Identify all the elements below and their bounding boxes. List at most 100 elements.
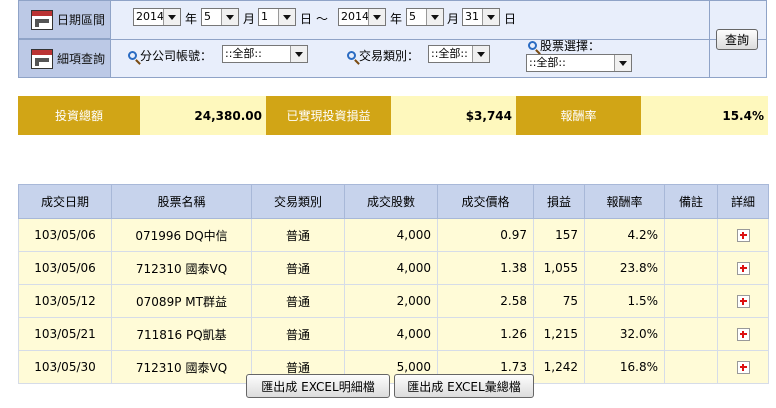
branch-account-select[interactable]: ::全部:: [222, 45, 308, 63]
cell-price: 0.97 [437, 218, 534, 252]
cell-note [664, 218, 718, 252]
cell-detail [717, 218, 769, 252]
realized-label: 已實現投資損益 [266, 96, 391, 135]
col-header-price: 成交價格 [437, 184, 534, 219]
cell-date: 103/05/06 [18, 251, 112, 285]
filter-divider [18, 39, 767, 40]
cell-return: 23.8% [584, 251, 665, 285]
cell-detail [717, 350, 769, 384]
query-button[interactable]: 查詢 [716, 29, 758, 50]
cell-stock: 711816 PQ凱基 [111, 317, 252, 351]
cell-stock: 07089P MT群益 [111, 284, 252, 318]
cell-pl: 1,242 [533, 350, 585, 384]
cell-shares: 4,000 [344, 251, 438, 285]
range-separator: ～ [316, 12, 329, 26]
cell-return: 4.2% [584, 218, 665, 252]
cell-pl: 1,055 [533, 251, 585, 285]
export-summary-excel-button[interactable]: 匯出成 EXCEL彙總檔 [394, 374, 534, 398]
month-unit: 月 [243, 12, 256, 26]
start-year-select[interactable]: 2014 [133, 8, 181, 26]
realized-value: $3,744 [391, 96, 516, 135]
trade-type-select[interactable]: ::全部:: [428, 45, 490, 63]
table-row: 103/05/21 711816 PQ凱基 普通 4,000 1.26 1,21… [18, 317, 769, 351]
col-header-type: 交易類別 [251, 184, 345, 219]
year-unit: 年 [390, 12, 403, 26]
day-unit: 日 [504, 12, 517, 26]
day-unit: 日 [300, 12, 313, 26]
search-icon [528, 41, 537, 50]
end-day-select[interactable]: 31 [462, 8, 500, 26]
chevron-down-icon [426, 9, 443, 25]
trade-type-label: 交易類別： [347, 47, 419, 64]
return-value: 15.4% [641, 96, 768, 135]
cell-stock: 071996 DQ中信 [111, 218, 252, 252]
total-invest-label: 投資總額 [18, 96, 140, 135]
cell-return: 16.8% [584, 350, 665, 384]
month-unit: 月 [447, 12, 460, 26]
stock-select[interactable]: ::全部:: [526, 54, 632, 72]
cell-pl: 157 [533, 218, 585, 252]
cell-price: 2.58 [437, 284, 534, 318]
chevron-down-icon [163, 9, 180, 25]
expand-plus-icon[interactable] [736, 262, 750, 275]
cell-date: 103/05/12 [18, 284, 112, 318]
cell-price: 1.38 [437, 251, 534, 285]
col-header-shares: 成交股數 [344, 184, 438, 219]
expand-plus-icon[interactable] [736, 229, 750, 242]
cell-type: 普通 [251, 317, 345, 351]
cell-type: 普通 [251, 251, 345, 285]
cell-note [664, 251, 718, 285]
table-row: 103/05/06 071996 DQ中信 普通 4,000 0.97 157 … [18, 218, 769, 252]
chevron-down-icon [472, 46, 489, 62]
table-row: 103/05/12 07089P MT群益 普通 2,000 2.58 75 1… [18, 284, 769, 318]
col-header-detail: 詳細 [717, 184, 769, 219]
cell-detail [717, 251, 769, 285]
cell-return: 1.5% [584, 284, 665, 318]
export-detail-excel-button[interactable]: 匯出成 EXCEL明細檔 [246, 374, 390, 398]
col-header-stock: 股票名稱 [111, 184, 252, 219]
cell-date: 103/05/30 [18, 350, 112, 384]
cell-type: 普通 [251, 218, 345, 252]
cell-type: 普通 [251, 284, 345, 318]
cell-return: 32.0% [584, 317, 665, 351]
cell-shares: 2,000 [344, 284, 438, 318]
search-icon [347, 51, 356, 60]
end-year-select[interactable]: 2014 [338, 8, 386, 26]
year-unit: 年 [185, 12, 198, 26]
cell-shares: 4,000 [344, 317, 438, 351]
col-header-note: 備註 [664, 184, 718, 219]
cell-price: 1.26 [437, 317, 534, 351]
cell-stock: 712310 國泰VQ [111, 350, 252, 384]
grid-icon [31, 48, 53, 69]
cell-note [664, 350, 718, 384]
col-header-date: 成交日期 [18, 184, 112, 219]
detail-query-label-cell: 細項查詢 [18, 39, 111, 78]
end-month-select[interactable]: 5 [406, 8, 444, 26]
chevron-down-icon [290, 46, 307, 62]
cell-note [664, 317, 718, 351]
expand-plus-icon[interactable] [736, 328, 750, 341]
col-header-pl: 損益 [533, 184, 585, 219]
return-label: 報酬率 [516, 96, 641, 135]
date-range-label: 日期區間 [57, 13, 106, 27]
col-header-return: 報酬率 [584, 184, 665, 219]
expand-plus-icon[interactable] [736, 295, 750, 308]
cell-pl: 1,215 [533, 317, 585, 351]
cell-date: 103/05/06 [18, 218, 112, 252]
chevron-down-icon [614, 55, 631, 71]
start-day-select[interactable]: 1 [258, 8, 296, 26]
cell-detail [717, 317, 769, 351]
cell-date: 103/05/21 [18, 317, 112, 351]
table-header-row: 成交日期 股票名稱 交易類別 成交股數 成交價格 損益 報酬率 備註 詳細 [18, 184, 769, 219]
cell-stock: 712310 國泰VQ [111, 251, 252, 285]
chevron-down-icon [368, 9, 385, 25]
table-row: 103/05/06 712310 國泰VQ 普通 4,000 1.38 1,05… [18, 251, 769, 285]
start-month-select[interactable]: 5 [201, 8, 239, 26]
calendar-icon [31, 9, 53, 30]
transactions-table: 成交日期 股票名稱 交易類別 成交股數 成交價格 損益 報酬率 備註 詳細 10… [18, 184, 769, 384]
chevron-down-icon [221, 9, 238, 25]
cell-detail [717, 284, 769, 318]
detail-query-label: 細項查詢 [57, 52, 106, 66]
branch-account-label: 分公司帳號： [128, 47, 212, 64]
expand-plus-icon[interactable] [736, 361, 750, 374]
